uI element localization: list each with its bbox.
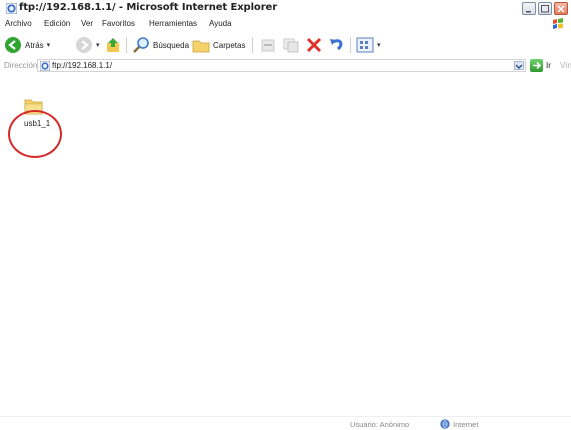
toolbar-separator	[252, 37, 253, 53]
close-icon	[557, 5, 565, 13]
menu-archivo[interactable]: Archivo	[5, 19, 32, 28]
address-url: ftp://192.168.1.1/	[52, 61, 113, 70]
copy-to-button[interactable]	[282, 36, 300, 54]
window-title: ftp://192.168.1.1/ - Microsoft Internet …	[19, 2, 278, 13]
search-icon	[133, 37, 149, 53]
minimize-icon	[526, 11, 531, 13]
address-label: Dirección	[4, 61, 38, 70]
views-button[interactable]: ▾	[356, 36, 381, 54]
folders-label: Carpetas	[213, 40, 246, 50]
forward-dropdown-icon[interactable]: ▾	[96, 41, 100, 49]
menu-favoritos[interactable]: Favoritos	[102, 19, 135, 28]
go-arrow-icon	[533, 61, 542, 70]
status-user: Usuario: Anónimo	[350, 420, 410, 429]
menu-ver[interactable]: Ver	[81, 19, 93, 28]
chevron-down-icon	[515, 64, 523, 69]
back-label: Atrás	[25, 40, 44, 50]
go-button[interactable]	[530, 59, 543, 72]
title-bar: ftp://192.168.1.1/ - Microsoft Internet …	[0, 0, 571, 17]
folders-button[interactable]: Carpetas	[192, 36, 245, 54]
status-zone-label: Internet	[453, 419, 479, 429]
back-dropdown-icon[interactable]: ▾	[47, 41, 51, 49]
maximize-button[interactable]	[538, 2, 552, 15]
move-to-button[interactable]	[259, 36, 277, 54]
folders-icon	[192, 40, 210, 53]
up-folder-icon	[107, 38, 119, 52]
folder-view: usb1_1	[0, 76, 571, 416]
search-label: Búsqueda	[153, 40, 190, 50]
links-label[interactable]: Vínculo	[560, 61, 571, 70]
menu-ayuda[interactable]: Ayuda	[209, 19, 232, 28]
go-label[interactable]: Ir	[546, 61, 551, 70]
menu-herramientas[interactable]: Herramientas	[149, 19, 197, 28]
views-dropdown-icon[interactable]: ▾	[377, 41, 381, 49]
forward-button[interactable]: ▾	[75, 36, 100, 54]
minimize-button[interactable]	[522, 2, 536, 15]
highlight-circle	[8, 110, 62, 158]
internet-explorer-icon	[6, 3, 17, 14]
menu-edicion[interactable]: Edición	[44, 19, 70, 28]
back-arrow-icon	[5, 37, 21, 53]
globe-icon	[440, 419, 450, 429]
delete-button[interactable]	[305, 36, 323, 54]
copy-to-icon	[283, 38, 299, 53]
move-to-icon	[261, 39, 275, 52]
up-folder-button[interactable]	[105, 36, 123, 54]
delete-icon	[306, 37, 322, 53]
menu-bar: Archivo Edición Ver Favoritos Herramient…	[0, 17, 571, 31]
windows-logo-icon	[553, 18, 563, 29]
address-dropdown-button[interactable]	[514, 61, 524, 70]
window-controls	[522, 2, 568, 15]
undo-button[interactable]	[328, 36, 346, 54]
status-zone: Internet	[440, 419, 478, 429]
back-button[interactable]: Atrás ▾	[4, 36, 50, 54]
ftp-page-icon	[40, 61, 50, 71]
views-icon	[356, 37, 374, 53]
toolbar-separator	[350, 37, 351, 53]
address-bar: Dirección ftp://192.168.1.1/ Ir Vínculo	[0, 58, 571, 74]
forward-arrow-icon	[76, 37, 92, 53]
address-input[interactable]: ftp://192.168.1.1/	[37, 59, 526, 72]
close-button[interactable]	[554, 2, 568, 15]
search-button[interactable]: Búsqueda	[132, 36, 189, 54]
status-bar: Usuario: Anónimo Internet	[0, 416, 571, 430]
toolbar: Atrás ▾ ▾ Búsqueda Carpetas ▾	[0, 33, 571, 58]
toolbar-separator	[126, 37, 127, 53]
maximize-icon	[541, 5, 549, 13]
undo-icon	[330, 39, 343, 51]
